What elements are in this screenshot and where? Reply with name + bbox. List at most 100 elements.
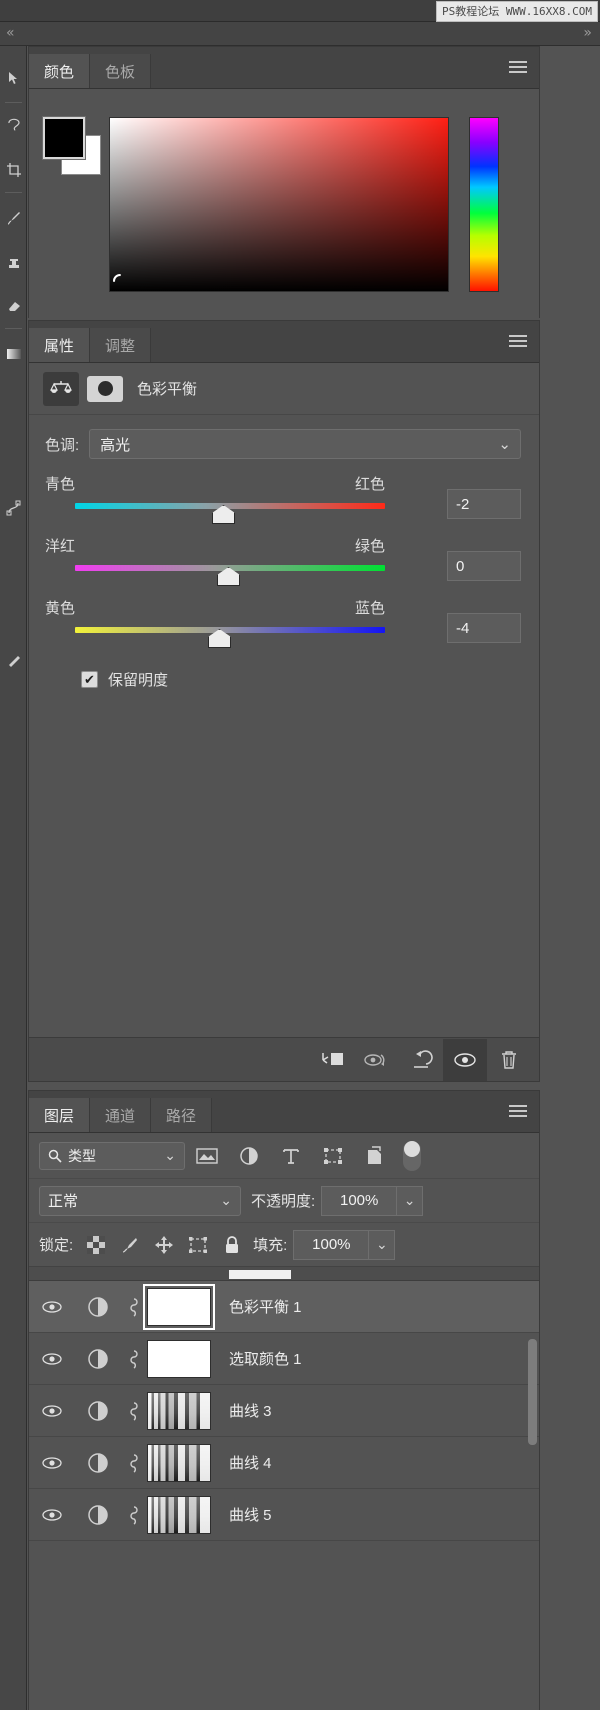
table-row[interactable]: 选取颜色 1 <box>29 1333 539 1385</box>
tone-row: 色调: 高光 ⌄ <box>29 415 539 465</box>
layer-visibility-eye-icon[interactable] <box>29 1456 75 1470</box>
table-row[interactable]: 曲线 3 <box>29 1385 539 1437</box>
layer-mask-thumbnail[interactable] <box>147 1339 211 1378</box>
layer-visibility-eye-icon[interactable] <box>29 1508 75 1522</box>
opacity-value[interactable]: 100% <box>321 1185 398 1216</box>
layer-mask-thumbnail[interactable] <box>147 1443 211 1482</box>
adjustment-layer-icon <box>75 1452 121 1474</box>
tab-layers[interactable]: 图层 <box>29 1098 91 1132</box>
layer-mask-link-icon[interactable] <box>121 1505 147 1525</box>
slider-magenta-green-value[interactable]: 0 <box>447 551 521 581</box>
slider-cyan-red-labels: 青色 红色 <box>45 469 385 494</box>
adjustment-layer-filter-icon[interactable] <box>229 1141 269 1171</box>
layer-mask-link-icon[interactable] <box>121 1297 147 1317</box>
color-panel-menu-icon[interactable] <box>509 61 527 73</box>
preview-previous-state-icon[interactable] <box>355 1039 399 1081</box>
tool-lasso-icon[interactable] <box>0 104 27 148</box>
preserve-luminosity-checkbox[interactable]: ✔ <box>81 671 98 688</box>
table-row[interactable]: 曲线 4 <box>29 1437 539 1489</box>
slider-cyan-red-track[interactable] <box>75 503 385 509</box>
table-row[interactable]: 曲线 5 <box>29 1489 539 1541</box>
tab-channels[interactable]: 通道 <box>90 1098 152 1132</box>
color-spectrum-field[interactable] <box>109 117 449 292</box>
chevron-down-icon: ⌄ <box>220 1191 232 1208</box>
collapse-right-icon[interactable]: » <box>583 25 592 41</box>
properties-panel: 属性 调整 色彩平衡 色调: 高光 ⌄ 青色 红色 -2 洋红 绿色 0 黄色 … <box>28 320 540 1082</box>
properties-tabbar: 属性 调整 <box>29 321 539 363</box>
lock-image-pixels-icon[interactable] <box>113 1230 147 1260</box>
blend-mode-select[interactable]: 正常 ⌄ <box>39 1185 241 1216</box>
slider-yellow-blue-labels: 黄色 蓝色 <box>45 593 385 618</box>
reset-icon[interactable] <box>399 1039 443 1081</box>
properties-panel-menu-icon[interactable] <box>509 335 527 347</box>
smart-object-filter-icon[interactable] <box>355 1141 395 1171</box>
adjustment-layer-icon <box>75 1296 121 1318</box>
tab-color[interactable]: 颜色 <box>29 54 91 88</box>
layer-visibility-eye-icon[interactable] <box>29 1300 75 1314</box>
adjustment-layer-icon <box>75 1400 121 1422</box>
slider-right-label: 绿色 <box>354 538 385 555</box>
slider-left-label: 青色 <box>45 476 76 493</box>
layer-visibility-eye-icon[interactable] <box>29 1352 75 1366</box>
blend-mode-value: 正常 <box>48 1193 79 1210</box>
slider-right-label: 蓝色 <box>354 600 385 617</box>
slider-yellow-blue-track[interactable] <box>75 627 385 633</box>
layers-scrollbar[interactable] <box>528 1339 537 1445</box>
layer-mask-link-icon[interactable] <box>121 1349 147 1369</box>
layer-name: 曲线 4 <box>229 1455 272 1472</box>
type-layer-filter-icon[interactable] <box>271 1141 311 1171</box>
layer-mask-thumbnail[interactable] <box>143 1283 215 1330</box>
slider-yellow-blue: 黄色 蓝色 -4 <box>45 593 521 655</box>
tab-properties[interactable]: 属性 <box>29 328 91 362</box>
tool-gradient-icon[interactable] <box>0 332 27 376</box>
layers-panel-menu-icon[interactable] <box>509 1105 527 1117</box>
tool-path-icon[interactable] <box>0 486 27 530</box>
tab-swatches[interactable]: 色板 <box>90 54 152 88</box>
layer-filter-type-select[interactable]: 类型 ⌄ <box>39 1141 185 1170</box>
clip-to-layer-icon[interactable] <box>311 1039 355 1081</box>
pixel-layer-filter-icon[interactable] <box>187 1141 227 1171</box>
tab-paths[interactable]: 路径 <box>151 1098 213 1132</box>
lock-row: 锁定: 填充: 100% ⌄ <box>29 1223 539 1267</box>
filter-enable-toggle[interactable] <box>403 1140 421 1171</box>
slider-cyan-red-value[interactable]: -2 <box>447 489 521 519</box>
tool-move-icon[interactable] <box>0 56 27 100</box>
slider-cyan-red: 青色 红色 -2 <box>45 469 521 531</box>
opacity-stepper-icon[interactable]: ⌄ <box>397 1185 424 1216</box>
tool-brush-icon[interactable] <box>0 196 27 240</box>
color-panel-body <box>29 89 539 368</box>
layer-mask-thumbnail[interactable] <box>147 1391 211 1430</box>
layer-filter-row: 类型 ⌄ <box>29 1133 539 1179</box>
layer-mask-link-icon[interactable] <box>121 1401 147 1421</box>
lock-position-icon[interactable] <box>147 1230 181 1260</box>
lock-transparency-icon[interactable] <box>79 1230 113 1260</box>
fill-stepper-icon[interactable]: ⌄ <box>369 1229 396 1260</box>
slider-left-label: 洋红 <box>45 538 76 555</box>
layer-mask-thumbnail[interactable] <box>147 1495 211 1534</box>
shape-layer-filter-icon[interactable] <box>313 1141 353 1171</box>
tool-stamp-icon[interactable] <box>0 240 27 284</box>
tool-eraser-icon[interactable] <box>0 284 27 328</box>
layer-filter-label: 类型 <box>68 1147 96 1164</box>
color-balance-icon <box>43 371 79 406</box>
hue-strip[interactable] <box>469 117 499 292</box>
foreground-color-swatch[interactable] <box>42 116 86 160</box>
slider-yellow-blue-value[interactable]: -4 <box>447 613 521 643</box>
tab-adjustments[interactable]: 调整 <box>90 328 152 362</box>
layers-panel: 图层 通道 路径 类型 ⌄ 正常 ⌄ 不透明度: 100% ⌄ 锁定: 填充: … <box>28 1090 540 1710</box>
collapse-left-icon[interactable]: « <box>6 25 15 41</box>
visibility-eye-icon[interactable] <box>443 1038 487 1081</box>
tool-eyedropper-icon[interactable] <box>0 640 27 684</box>
layer-visibility-eye-icon[interactable] <box>29 1404 75 1418</box>
fill-value[interactable]: 100% <box>293 1229 370 1260</box>
table-row[interactable]: 色彩平衡 1 <box>29 1281 539 1333</box>
tool-crop-icon[interactable] <box>0 148 27 192</box>
lock-artboard-icon[interactable] <box>181 1230 215 1260</box>
tone-select[interactable]: 高光 ⌄ <box>89 429 521 459</box>
preserve-luminosity-row[interactable]: ✔ 保留明度 <box>29 655 539 690</box>
layer-mask-link-icon[interactable] <box>121 1453 147 1473</box>
tools-rail <box>0 46 27 1710</box>
delete-trash-icon[interactable] <box>487 1039 531 1081</box>
color-panel-tabbar: 颜色 色板 <box>29 47 539 89</box>
lock-all-icon[interactable] <box>215 1230 249 1260</box>
